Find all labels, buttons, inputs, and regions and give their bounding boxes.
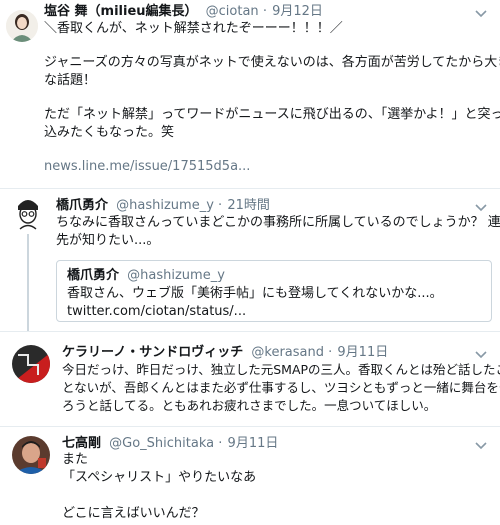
author-name[interactable]: 橋爪勇介 <box>56 198 108 213</box>
tweet-line: また <box>62 452 89 467</box>
timestamp[interactable]: 9月12日 <box>272 4 323 19</box>
tweet-text: 今日だっけ、昨日だっけ、独立した元SMAPの三人。香取くんとは殆ど話したこ とな… <box>62 361 500 415</box>
author-handle[interactable]: @hashizume_y <box>116 198 214 213</box>
tweet-header: 塩谷 舞（milieu編集長） @ciotan · 9月12日 <box>44 3 323 21</box>
tweet-line: 込みたくもなった。笑 <box>44 125 175 140</box>
separator-dot: · <box>218 436 223 451</box>
tweet-shichitaka[interactable]: 七高剛 @Go_Shichitaka · 9月11日 また 「スペシャリスト」や… <box>0 426 500 525</box>
tweet-text: ちなみに香取さんっていまどこかの事務所に所属しているのでしょうか？ 連絡 先が知… <box>56 214 500 250</box>
chevron-down-icon[interactable] <box>474 6 488 20</box>
avatar[interactable] <box>6 10 38 42</box>
tweet-line: 先が知りたい...。 <box>56 233 160 248</box>
chevron-down-icon[interactable] <box>474 200 488 214</box>
tweet-line: ちなみに香取さんっていまどこかの事務所に所属しているのでしょうか？ 連絡 <box>56 215 500 230</box>
author-handle[interactable]: @kerasand <box>251 345 324 360</box>
tweet-text: また 「スペシャリスト」やりたいなあ どこに言えばいいんだ？ <box>62 451 492 523</box>
quote-author-name: 橋爪勇介 <box>67 268 120 283</box>
author-handle[interactable]: @Go_Shichitaka <box>109 436 214 451</box>
tweet-line: ただ「ネット解禁」ってワードがニュースに飛び出るの、「選挙かよ！」と突っ <box>44 107 500 122</box>
timestamp[interactable]: 9月11日 <box>228 436 279 451</box>
tweet-ciotan[interactable]: 塩谷 舞（milieu編集長） @ciotan · 9月12日 ＼香取くんが、ネ… <box>0 0 500 188</box>
thread-line <box>27 234 29 331</box>
avatar[interactable] <box>12 196 44 230</box>
separator-dot: · <box>218 198 223 213</box>
avatar[interactable] <box>12 345 50 383</box>
tweet-line: とないが、吾郎くんとはまた必ず仕事するし、ツヨシともずっと一緒に舞台をや <box>62 380 500 395</box>
tweet-hashizume[interactable]: 橋爪勇介 @hashizume_y · 21時間 ちなみに香取さんっていまどこか… <box>0 188 500 331</box>
tweet-line <box>44 38 494 54</box>
quote-link: twitter.com/ciotan/status/... <box>67 304 247 319</box>
separator-dot: · <box>328 345 333 360</box>
avatar[interactable] <box>12 436 50 474</box>
tweet-line: ジャニーズの方々の写真がネットで使えないのは、各方面が苦労してたから大き <box>44 55 500 70</box>
tweet-line: 「スペシャリスト」やりたいなあ <box>62 470 257 485</box>
tweet-line: な話題！ <box>44 73 97 88</box>
tweet-line: ろうと話してる。ともあれお疲れさまでした。一息ついてほしい。 <box>62 398 437 413</box>
tweet-header: ケラリーノ・サンドロヴィッチ @kerasand · 9月11日 <box>62 344 388 362</box>
quote-author-handle: @hashizume_y <box>127 268 225 283</box>
tweet-line <box>44 142 494 158</box>
tweet-line <box>62 487 492 505</box>
tweet-line <box>44 90 494 106</box>
author-name[interactable]: 七高剛 <box>62 436 101 451</box>
quote-line: 香取さん、ウェブ版「美術手帖」にも登場してくれないかな...。 <box>67 286 443 301</box>
quote-text: 香取さん、ウェブ版「美術手帖」にも登場してくれないかな...。 twitter.… <box>67 285 487 321</box>
quote-header: 橋爪勇介 @hashizume_y <box>67 267 225 285</box>
quoted-tweet[interactable]: 橋爪勇介 @hashizume_y 香取さん、ウェブ版「美術手帖」にも登場してく… <box>56 260 492 322</box>
tweet-line: ＼香取くんが、ネット解禁されたぞーーー！！！／ <box>44 21 343 36</box>
separator-dot: · <box>262 4 267 19</box>
tweet-line: どこに言えばいいんだ？ <box>62 506 205 521</box>
chevron-down-icon[interactable] <box>474 438 488 452</box>
tweet-text: ＼香取くんが、ネット解禁されたぞーーー！！！／ ジャニーズの方々の写真がネットで… <box>44 20 500 176</box>
tweet-header: 橋爪勇介 @hashizume_y · 21時間 <box>56 197 270 215</box>
tweet-line: 今日だっけ、昨日だっけ、独立した元SMAPの三人。香取くんとは殆ど話したこ <box>62 362 500 377</box>
author-handle[interactable]: @ciotan <box>206 4 259 19</box>
tweet-kerasand[interactable]: ケラリーノ・サンドロヴィッチ @kerasand · 9月11日 今日だっけ、昨… <box>0 331 500 426</box>
timestamp[interactable]: 21時間 <box>227 198 270 213</box>
chevron-down-icon[interactable] <box>474 347 488 361</box>
author-name[interactable]: 塩谷 舞（milieu編集長） <box>44 4 198 19</box>
author-name[interactable]: ケラリーノ・サンドロヴィッチ <box>62 345 243 360</box>
timestamp[interactable]: 9月11日 <box>337 345 388 360</box>
tweet-link[interactable]: news.line.me/issue/17515d5a... <box>44 158 494 176</box>
